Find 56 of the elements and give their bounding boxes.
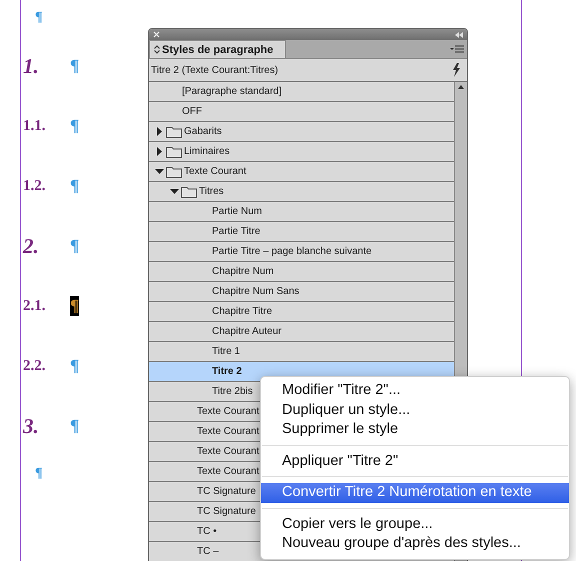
group-label: Texte Courant <box>184 166 246 177</box>
folder-icon <box>166 166 182 178</box>
chapter-number: 1. <box>23 54 40 78</box>
collapse-icon[interactable] <box>455 32 463 38</box>
group-label: Liminaires <box>184 146 230 157</box>
pilcrow: ¶ <box>70 176 80 196</box>
style-group[interactable]: Titres <box>149 182 454 202</box>
up-down-icon <box>154 45 160 54</box>
pilcrow: ¶ <box>70 356 80 376</box>
folder-icon <box>181 186 197 198</box>
style-item[interactable]: Partie Num <box>149 202 454 222</box>
style-item[interactable]: Chapitre Num <box>149 262 454 282</box>
style-item[interactable]: [Paragraphe standard] <box>149 82 454 102</box>
menu-item[interactable]: Convertir Titre 2 Numérotation en texte <box>261 483 569 502</box>
style-item[interactable]: Chapitre Auteur <box>149 322 454 342</box>
current-style-label: Titre 2 (Texte Courant:Titres) <box>151 64 278 76</box>
menu-item[interactable]: Modifier "Titre 2"... <box>261 381 569 400</box>
style-item[interactable]: OFF <box>149 102 454 122</box>
style-group[interactable]: Gabarits <box>149 122 454 142</box>
style-item[interactable]: Chapitre Titre <box>149 302 454 322</box>
collapsed-arrow-icon[interactable] <box>155 147 164 156</box>
menu-item[interactable]: Copier vers le groupe... <box>261 514 569 534</box>
collapsed-arrow-icon[interactable] <box>155 127 164 136</box>
pilcrow: ¶ <box>70 416 80 436</box>
expanded-arrow-icon[interactable] <box>155 167 164 176</box>
section-number: 2.2. <box>23 358 46 374</box>
style-item[interactable]: Partie Titre – page blanche suivante <box>149 242 454 262</box>
style-item[interactable]: Partie Titre <box>149 222 454 242</box>
group-label: Titres <box>199 186 224 197</box>
pilcrow: ¶ <box>70 236 80 256</box>
menu-item[interactable]: Supprimer le style <box>261 420 569 440</box>
chapter-number: 3. <box>23 414 40 438</box>
menu-item[interactable]: Nouveau groupe d'après des styles... <box>261 534 569 554</box>
folder-icon <box>166 146 182 158</box>
style-group[interactable]: Liminaires <box>149 142 454 162</box>
pilcrow: ¶ <box>35 10 43 26</box>
pilcrow: ¶ <box>70 296 80 316</box>
section-number: 2.1. <box>23 298 46 314</box>
chapter-number: 2. <box>23 234 40 258</box>
pilcrow: ¶ <box>35 466 43 482</box>
lightning-icon[interactable] <box>452 63 461 77</box>
pilcrow: ¶ <box>70 56 80 76</box>
close-icon[interactable] <box>153 31 160 38</box>
section-number: 1.2. <box>23 178 46 194</box>
group-label: Gabarits <box>184 126 222 137</box>
style-item[interactable]: Titre 1 <box>149 342 454 362</box>
expanded-arrow-icon[interactable] <box>170 187 179 196</box>
style-item[interactable]: Chapitre Num Sans <box>149 282 454 302</box>
panel-tab[interactable]: Styles de paragraphe <box>149 40 286 58</box>
pilcrow: ¶ <box>70 116 80 136</box>
section-number: 1.1. <box>23 118 46 134</box>
style-group[interactable]: Texte Courant <box>149 162 454 182</box>
menu-item[interactable]: Dupliquer un style... <box>261 400 569 420</box>
menu-item[interactable]: Appliquer "Titre 2" <box>261 452 569 471</box>
folder-icon <box>166 126 182 138</box>
panel-menu-icon[interactable] <box>450 45 464 54</box>
